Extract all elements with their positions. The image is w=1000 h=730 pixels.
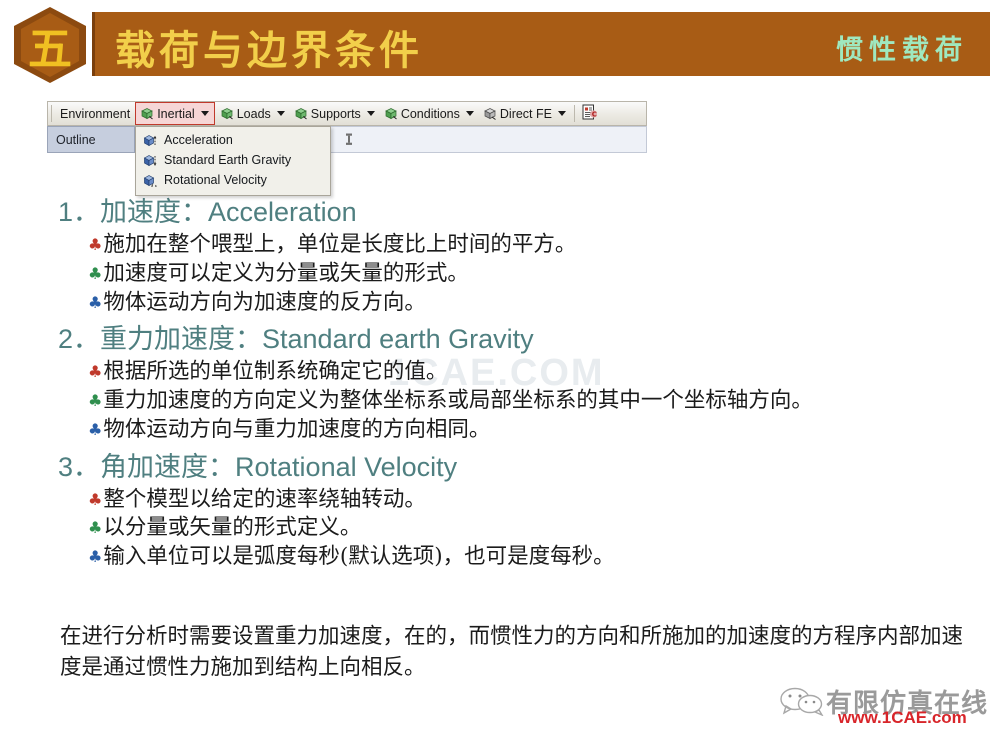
- toolbar-separator: [573, 105, 575, 122]
- bullet-item: ♣ 加速度可以定义为分量或矢量的形式。: [0, 260, 1000, 289]
- bullet-item: ♣ 整个模型以给定的速率绕轴转动。: [0, 486, 1000, 515]
- toolbar-button-supports[interactable]: Supports: [290, 103, 380, 124]
- ansys-toolbar-screenshot: Environment Inertial Loads Supports Cond…: [47, 101, 647, 196]
- section-heading: 2．重力加速度：Standard earth Gravity: [58, 324, 534, 355]
- environment-toolbar: Environment Inertial Loads Supports Cond…: [47, 101, 647, 126]
- club-bullet-icon: ♣: [88, 518, 103, 538]
- environment-label: Environment: [60, 106, 131, 121]
- svg-text:C: C: [592, 111, 597, 119]
- green-cube-icon: [294, 107, 308, 120]
- bullet-item: ♣ 以分量或矢量的形式定义。: [0, 514, 1000, 543]
- inertial-dropdown-menu: Acceleration Standard Earth Gravity Rota…: [135, 126, 331, 196]
- toolbar-separator: [51, 105, 52, 122]
- blue-cube-rotate-icon: [143, 174, 157, 187]
- bullet-text: 根据所选的单位制系统确定它的值。: [103, 359, 448, 385]
- pin-icon[interactable]: [339, 130, 359, 150]
- content-section: 3．角加速度：Rotational Velocity ♣ 整个模型以给定的速率绕…: [0, 451, 1000, 572]
- green-cube-icon: [140, 107, 154, 120]
- slide-content: 1．加速度：Acceleration ♣ 施加在整个喂型上，单位是长度比上时间的…: [0, 196, 1000, 656]
- page-subtitle: 惯性载荷: [836, 35, 968, 66]
- bullet-item: ♣ 重力加速度的方向定义为整体坐标系或局部坐标系的其中一个坐标轴方向。: [0, 387, 1000, 416]
- bullet-item: ♣ 施加在整个喂型上，单位是长度比上时间的平方。: [0, 231, 1000, 260]
- summary-paragraph: 在进行分析时需要设置重力加速度，在的，而惯性力的方向和所施加的加速度的方程序内部…: [60, 624, 964, 680]
- outline-tab[interactable]: Outline: [47, 126, 135, 153]
- loads-label: Loads: [236, 106, 271, 121]
- bullet-text: 以分量或矢量的形式定义。: [103, 515, 362, 541]
- menu-item-acceleration[interactable]: Acceleration: [136, 130, 330, 150]
- blue-cube-up-icon: [143, 134, 157, 147]
- inertial-label: Inertial: [157, 106, 195, 121]
- conditions-label: Conditions: [400, 106, 460, 121]
- wechat-icon: [778, 686, 828, 721]
- toolbar-button-report[interactable]: C: [578, 103, 601, 124]
- bullet-text: 物体运动方向与重力加速度的方向相同。: [103, 416, 491, 442]
- header-title-bar: 载荷与边界条件 惯性载荷: [92, 12, 990, 76]
- bullet-item: ♣ 输入单位可以是弧度每秒(默认选项)，也可是度每秒。: [0, 543, 1000, 572]
- bullet-text: 输入单位可以是弧度每秒(默认选项)，也可是度每秒。: [103, 544, 615, 570]
- section-heading: 1．加速度：Acceleration: [58, 197, 357, 227]
- toolbar-label-environment: Environment: [55, 103, 134, 124]
- bullet-item: ♣ 根据所选的单位制系统确定它的值。: [0, 358, 1000, 387]
- section-badge-number: 五: [28, 24, 72, 75]
- chevron-down-icon[interactable]: [557, 111, 566, 116]
- club-bullet-icon: ♣: [88, 547, 103, 567]
- menu-item-label: Acceleration: [164, 133, 233, 147]
- club-bullet-icon: ♣: [88, 391, 103, 411]
- blue-cube-down-icon: [143, 154, 157, 167]
- watermark-url: www.1CAE.com: [838, 708, 967, 727]
- club-bullet-icon: ♣: [88, 263, 103, 283]
- outline-tab-label: Outline: [56, 132, 96, 147]
- bullet-text: 加速度可以定义为分量或矢量的形式。: [103, 260, 469, 286]
- chevron-down-icon[interactable]: [465, 111, 474, 116]
- menu-item-label: Standard Earth Gravity: [164, 153, 292, 167]
- menu-item-rotational-velocity[interactable]: Rotational Velocity: [136, 170, 330, 190]
- menu-item-standard-earth-gravity[interactable]: Standard Earth Gravity: [136, 150, 330, 170]
- section-heading: 3．角加速度：Rotational Velocity: [58, 451, 458, 482]
- watermark-bottom-right: 有限仿真在线 www.1CAE.com: [776, 684, 990, 728]
- club-bullet-icon: ♣: [88, 292, 103, 312]
- green-cube-icon: [220, 107, 234, 120]
- toolbar-button-loads[interactable]: Loads: [216, 103, 290, 124]
- bullet-text: 施加在整个喂型上，单位是长度比上时间的平方。: [103, 231, 577, 257]
- direct-fe-label: Direct FE: [499, 106, 552, 121]
- club-bullet-icon: ♣: [88, 234, 103, 254]
- gray-cube-icon: [483, 107, 497, 120]
- club-bullet-icon: ♣: [88, 419, 103, 439]
- bullet-text: 整个模型以给定的速率绕轴转动。: [103, 486, 426, 512]
- bullet-text: 物体运动方向为加速度的反方向。: [103, 289, 426, 315]
- toolbar-button-conditions[interactable]: Conditions: [380, 103, 479, 124]
- chevron-down-icon[interactable]: [276, 111, 285, 116]
- bullet-item: ♣ 物体运动方向与重力加速度的方向相同。: [0, 416, 1000, 445]
- page-title: 载荷与边界条件: [115, 27, 423, 74]
- menu-item-label: Rotational Velocity: [164, 173, 267, 187]
- content-section: 2．重力加速度：Standard earth Gravity ♣ 根据所选的单位…: [0, 323, 1000, 444]
- content-section: 1．加速度：Acceleration ♣ 施加在整个喂型上，单位是长度比上时间的…: [0, 196, 1000, 317]
- supports-label: Supports: [310, 106, 361, 121]
- bullet-text: 重力加速度的方向定义为整体坐标系或局部坐标系的其中一个坐标轴方向。: [103, 388, 813, 414]
- chevron-down-icon[interactable]: [366, 111, 375, 116]
- page-header: 五 载荷与边界条件 惯性载荷: [0, 0, 1000, 90]
- toolbar-button-inertial[interactable]: Inertial: [135, 102, 215, 125]
- club-bullet-icon: ♣: [88, 489, 103, 509]
- green-cube-icon: [384, 107, 398, 120]
- chevron-down-icon[interactable]: [200, 111, 209, 116]
- toolbar-button-direct-fe[interactable]: Direct FE: [479, 103, 571, 124]
- bullet-item: ♣ 物体运动方向为加速度的反方向。: [0, 289, 1000, 318]
- document-c-icon: C: [582, 104, 598, 123]
- club-bullet-icon: ♣: [88, 362, 103, 382]
